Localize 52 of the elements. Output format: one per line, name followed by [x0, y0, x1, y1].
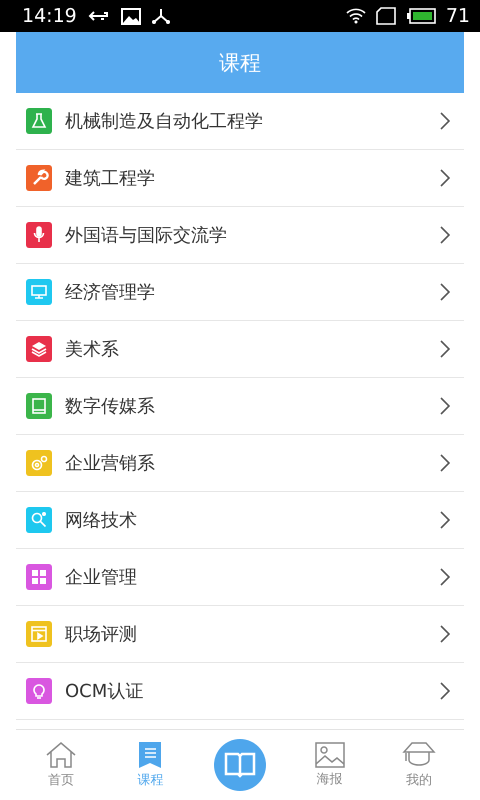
sim-card-icon: [376, 7, 396, 25]
nav-tab[interactable]: 首页: [16, 741, 106, 789]
battery-icon: [406, 8, 436, 24]
nav-tab[interactable]: 海报: [284, 742, 374, 788]
course-name: 机械制造及自动化工程学: [65, 110, 264, 133]
share-icon: [150, 7, 171, 25]
course-row[interactable]: 美术系: [16, 321, 464, 378]
chevron-right-icon: [440, 511, 450, 529]
course-name: 企业管理: [65, 566, 138, 589]
nav-label: 海报: [316, 771, 343, 788]
course-row[interactable]: 数字传媒系: [16, 378, 464, 435]
course-name: 企业营销系: [65, 452, 156, 475]
course-name: 美术系: [65, 338, 120, 361]
home-icon: [44, 741, 77, 769]
course-name: 网络技术: [65, 509, 138, 532]
battery-percent: 71: [446, 5, 470, 27]
course-name: OCM认证: [65, 680, 144, 703]
course-row[interactable]: OCM认证: [16, 663, 464, 720]
course-name: 职场评测: [65, 623, 138, 646]
image-icon: [314, 742, 345, 768]
course-row[interactable]: 建筑工程学: [16, 150, 464, 207]
chevron-right-icon: [440, 397, 450, 415]
nav-label: 课程: [137, 772, 164, 789]
wifi-icon: [346, 8, 366, 24]
list-icon: [138, 741, 162, 769]
chevron-right-icon: [440, 682, 450, 700]
course-row[interactable]: 企业营销系: [16, 435, 464, 492]
status-time: 14:19: [22, 5, 77, 27]
course-name: 建筑工程学: [65, 167, 156, 190]
course-row[interactable]: 企业管理: [16, 549, 464, 606]
nav-label: 我的: [406, 772, 432, 789]
chevron-right-icon: [440, 169, 450, 187]
course-row[interactable]: 经济管理学: [16, 264, 464, 321]
course-row[interactable]: 外国语与国际交流学: [16, 207, 464, 264]
chevron-right-icon: [440, 454, 450, 472]
chevron-right-icon: [440, 568, 450, 586]
header-title: 课程: [219, 50, 261, 76]
course-row[interactable]: 职场评测: [16, 606, 464, 663]
chevron-right-icon: [440, 226, 450, 244]
chevron-right-icon: [440, 283, 450, 301]
course-name: 外国语与国际交流学: [65, 224, 228, 247]
open-book-icon: [224, 751, 256, 779]
course-name: 经济管理学: [65, 281, 156, 304]
chevron-right-icon: [440, 625, 450, 643]
chevron-right-icon: [440, 340, 450, 358]
image-icon: [120, 8, 141, 24]
course-row[interactable]: 网络技术: [16, 492, 464, 549]
nav-tab[interactable]: 我的: [374, 741, 464, 789]
chevron-right-icon: [440, 112, 450, 130]
course-name: 数字传媒系: [65, 395, 156, 418]
nav-label: 首页: [48, 772, 74, 789]
course-row[interactable]: 机械制造及自动化工程学: [16, 93, 464, 150]
